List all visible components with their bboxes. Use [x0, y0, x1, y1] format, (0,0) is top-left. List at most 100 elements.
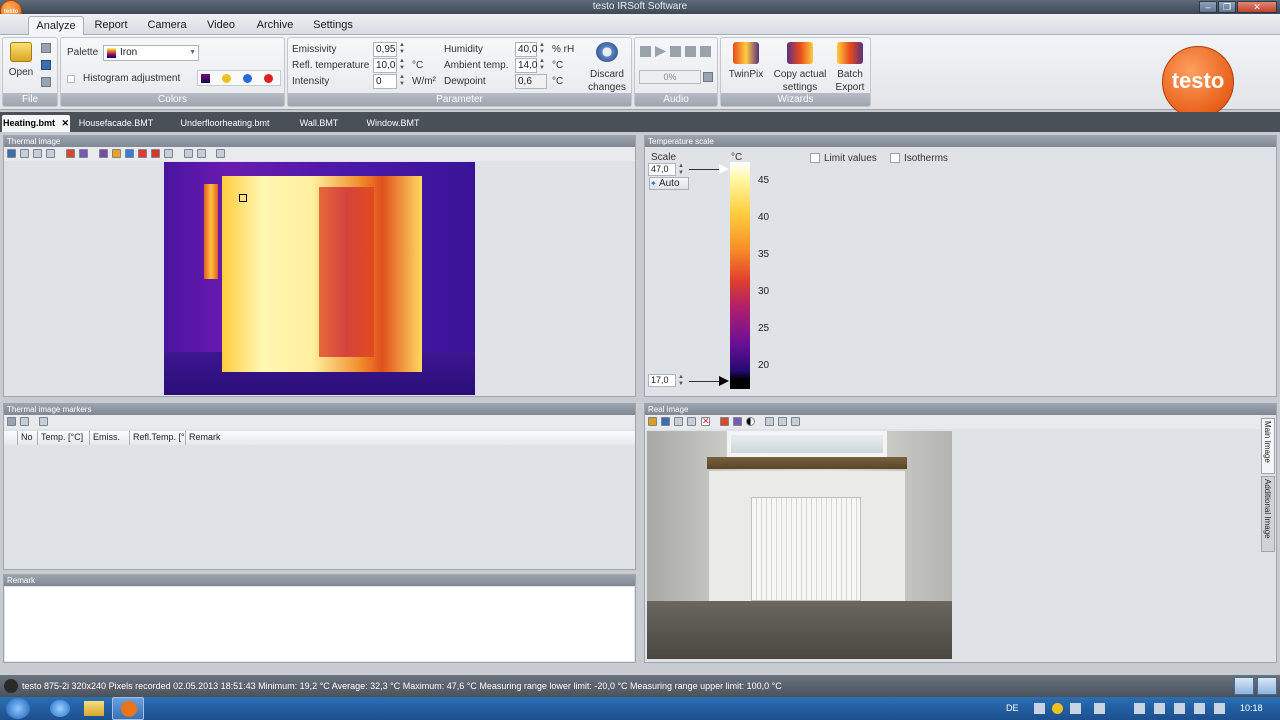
twinpix-small-icon[interactable] [79, 149, 88, 158]
grid-icon[interactable] [197, 149, 206, 158]
close-button[interactable]: ✕ [1237, 1, 1277, 13]
stop-icon[interactable] [685, 46, 696, 57]
tab-video[interactable]: Video [200, 16, 242, 35]
low-color-icon[interactable] [201, 74, 210, 83]
single-view-icon[interactable] [1234, 677, 1254, 695]
paste-icon[interactable] [33, 149, 42, 158]
discard-changes-icon[interactable] [596, 42, 618, 62]
refl-temp-stepper[interactable]: ▲ ▼ [398, 58, 406, 73]
marker-icon[interactable] [720, 417, 729, 426]
batch-export-label-1[interactable]: Batch [831, 68, 869, 81]
high-color-icon[interactable] [222, 74, 231, 83]
col-temp[interactable]: Temp. [°C] [38, 431, 90, 445]
scale-lower-input[interactable]: 17,0 [648, 374, 676, 387]
copy-icon[interactable] [674, 417, 683, 426]
rewind-icon[interactable] [640, 46, 651, 57]
print-icon[interactable] [46, 149, 55, 158]
network-icon[interactable] [1094, 703, 1105, 714]
file-tab-housefacade[interactable]: Housefacade.BMT [72, 115, 160, 132]
twinpix-small-icon[interactable] [733, 417, 742, 426]
humidity-input[interactable]: 40,0 [515, 42, 537, 57]
tab-report[interactable]: Report [88, 16, 134, 35]
tab-camera[interactable]: Camera [142, 16, 192, 35]
cold-spot-icon[interactable] [125, 149, 134, 158]
ambient-temp-input[interactable]: 14,0 [515, 58, 537, 73]
col-no[interactable]: No [18, 431, 38, 445]
lower-slider-handle[interactable] [719, 376, 729, 386]
open-image-icon[interactable] [648, 417, 657, 426]
explorer-icon[interactable] [84, 701, 104, 716]
paste-icon[interactable] [687, 417, 696, 426]
zoom-icon[interactable] [216, 149, 225, 158]
histogram-checkbox[interactable] [67, 75, 75, 83]
file-tab-window[interactable]: Window.BMT [358, 115, 428, 132]
humidity-stepper[interactable]: ▲ ▼ [538, 42, 546, 57]
copy-icon[interactable] [20, 149, 29, 158]
clock[interactable]: 10:18 [1240, 697, 1263, 720]
auto-scale-button[interactable]: ✦ Auto [649, 177, 689, 190]
save-icon[interactable] [7, 149, 16, 158]
chevron-down-icon[interactable]: ▼ [189, 46, 196, 59]
file-tab-heating[interactable]: Heating.bmt ✕ [2, 115, 70, 132]
tab-analyze[interactable]: Analyze [28, 16, 84, 35]
emissivity-stepper[interactable]: ▲ ▼ [398, 42, 406, 57]
scale-upper-input[interactable]: 47,0 [648, 163, 676, 176]
delete-marker-icon[interactable] [39, 417, 48, 426]
save-as-icon[interactable] [41, 60, 51, 70]
batch-export-icon[interactable] [837, 42, 863, 64]
pause-icon[interactable] [670, 46, 681, 57]
fit-icon[interactable] [791, 417, 800, 426]
real-image-photo[interactable] [647, 431, 952, 659]
col-emiss[interactable]: Emiss. [90, 431, 130, 445]
zoom-out-icon[interactable] [778, 417, 787, 426]
flag-icon[interactable] [1214, 703, 1225, 714]
remark-textarea[interactable] [5, 587, 634, 661]
thermal-image[interactable] [164, 162, 475, 395]
col-remark[interactable]: Remark [186, 431, 635, 445]
measure-point-icon[interactable] [138, 149, 147, 158]
twinpix-label[interactable]: TwinPix [723, 68, 769, 81]
palette-small-icon[interactable] [99, 149, 108, 158]
intensity-stepper[interactable]: ▲ ▼ [398, 74, 406, 89]
browser-icon[interactable] [50, 700, 70, 717]
tab-main-image[interactable]: Main Image [1261, 418, 1275, 474]
language-indicator[interactable]: DE [1006, 697, 1019, 720]
hot-color-icon[interactable] [264, 74, 273, 83]
start-button[interactable] [6, 698, 30, 719]
audio-save-icon[interactable] [703, 72, 713, 82]
taskbar-app-testo[interactable] [112, 697, 144, 720]
palette-select[interactable]: Iron ▼ [103, 45, 199, 61]
save-icon[interactable] [7, 417, 16, 426]
split-view-icon[interactable] [1257, 677, 1277, 695]
upper-slider-handle[interactable] [719, 164, 729, 174]
minimize-button[interactable]: – [1199, 1, 1217, 13]
zoom-in-icon[interactable] [765, 417, 774, 426]
action-center-icon[interactable] [1134, 703, 1145, 714]
save-all-icon[interactable] [41, 77, 51, 87]
tray-icon-1[interactable] [1034, 703, 1045, 714]
limit-values-checkbox[interactable] [810, 153, 820, 163]
hot-spot-icon[interactable] [112, 149, 121, 158]
open-button-label[interactable]: Open [5, 66, 37, 79]
scale-lower-stepper[interactable]: ▲ ▼ [677, 374, 685, 387]
measure-box[interactable] [239, 194, 247, 202]
copy-icon[interactable] [20, 417, 29, 426]
display-icon[interactable] [1174, 703, 1185, 714]
copy-settings-icon[interactable] [787, 42, 813, 64]
power-icon[interactable] [1194, 703, 1205, 714]
emissivity-input[interactable]: 0,95 [373, 42, 397, 57]
save-icon[interactable] [41, 43, 51, 53]
area-icon[interactable] [184, 149, 193, 158]
play-icon[interactable] [655, 46, 666, 57]
open-folder-icon[interactable] [10, 42, 32, 62]
refl-temp-input[interactable]: 10,0 [373, 58, 397, 73]
ambient-temp-stepper[interactable]: ▲ ▼ [538, 58, 546, 73]
record-icon[interactable] [700, 46, 711, 57]
isotherms-checkbox[interactable] [890, 153, 900, 163]
contrast-icon[interactable] [746, 417, 755, 426]
twinpix-icon[interactable] [733, 42, 759, 64]
volume-icon[interactable] [1154, 703, 1165, 714]
profile-line-icon[interactable] [164, 149, 173, 158]
cold-color-icon[interactable] [243, 74, 252, 83]
scale-upper-stepper[interactable]: ▲ ▼ [677, 163, 685, 176]
